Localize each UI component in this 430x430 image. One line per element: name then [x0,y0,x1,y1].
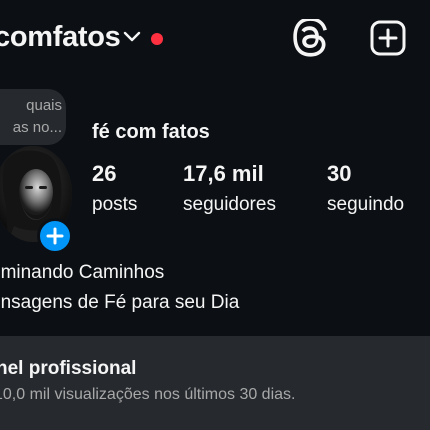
profile-display-name: fé com fatos [92,121,210,143]
bio-line: ensagens de Fé para seu Dia [0,292,240,313]
plus-square-icon[interactable] [369,19,407,57]
stat-followers[interactable]: 17,6 mil seguidores [183,160,276,218]
stat-followers-label: seguidores [183,194,276,215]
professional-dashboard-subtitle: 10,0 mil visualizações nos últimos 30 di… [0,386,296,403]
chevron-down-icon[interactable] [122,30,142,44]
stat-following-value: 30 [327,161,352,186]
professional-dashboard-title: nel profissional [0,358,137,379]
stat-posts[interactable]: 26 posts [92,160,137,218]
professional-dashboard-card[interactable] [0,336,430,430]
plus-icon [46,227,64,245]
stat-followers-value: 17,6 mil [183,161,264,186]
note-text: quais as no... [12,97,62,136]
bio-line: uminando Caminhos [0,262,165,283]
stat-posts-label: posts [92,194,138,215]
stat-posts-value: 26 [92,161,117,186]
add-story-button[interactable] [37,218,73,254]
threads-icon[interactable] [293,19,331,57]
stat-following[interactable]: 30 seguindo [327,160,404,218]
account-switcher-username[interactable]: comfatos [0,17,121,57]
notification-dot [151,33,163,45]
profile-screen: comfatos quais as no... fé com fatos 26 … [0,0,430,430]
stat-following-label: seguindo [327,194,405,215]
